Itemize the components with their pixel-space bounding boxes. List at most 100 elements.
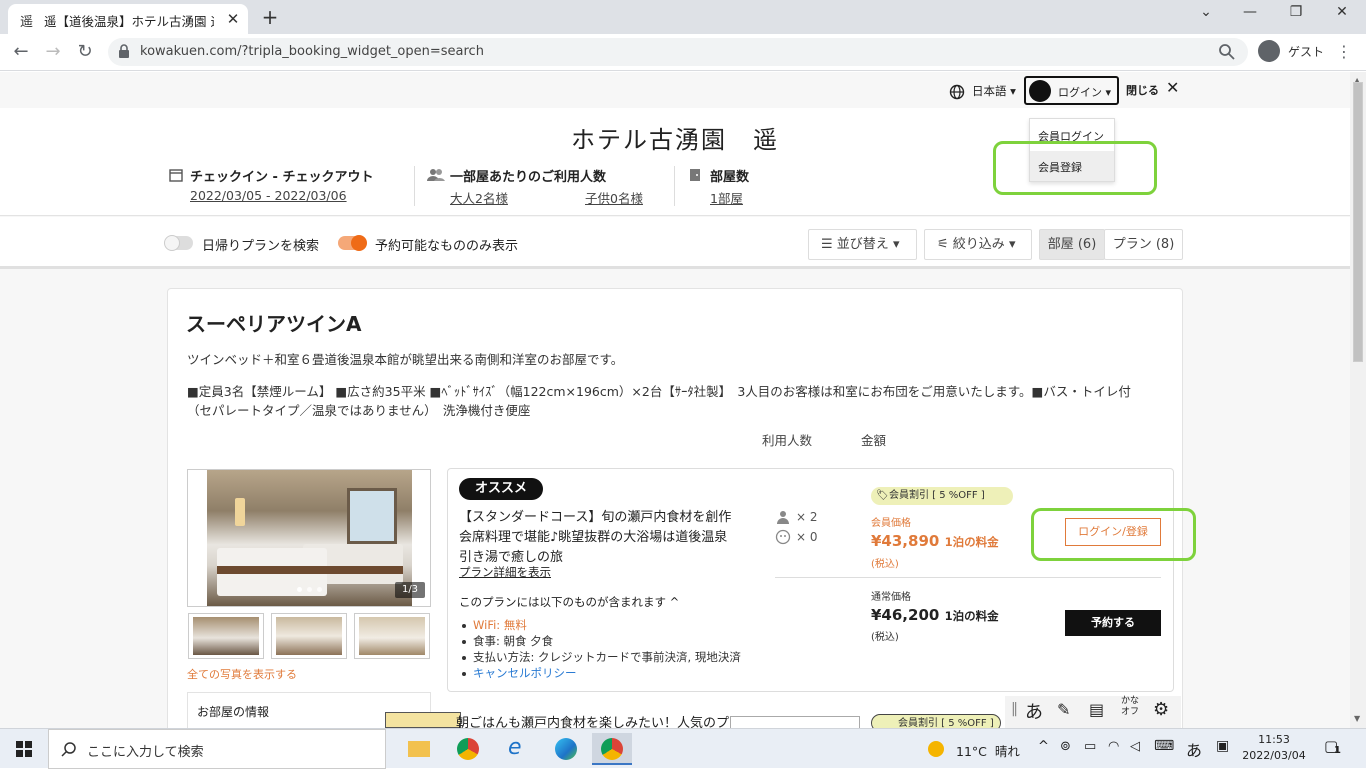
checkin-block[interactable]: チェックイン - チェックアウト 2022/03/05 - 2022/03/06 — [190, 166, 373, 203]
ime-pad-tray-icon[interactable]: ▣ — [1216, 738, 1229, 754]
sort-button[interactable]: ☰ 並び替え ▾ — [808, 229, 917, 260]
next-plan-discount-badge: 会員割引 [ 5 %OFF ] — [871, 714, 1001, 728]
rooms-block[interactable]: 部屋数 1部屋 — [710, 166, 749, 207]
tray-app-icon[interactable]: ⊚ — [1060, 739, 1071, 754]
children-value[interactable]: 子供0名様 — [585, 188, 643, 207]
ime-kana-toggle[interactable]: かな オフ — [1121, 696, 1139, 718]
show-all-photos-link[interactable]: 全ての写真を表示する — [187, 666, 297, 682]
regular-price-label: 通常価格 — [871, 592, 911, 603]
ime-pad-icon[interactable]: ✎ — [1057, 700, 1070, 719]
chrome-active-icon[interactable] — [592, 733, 632, 765]
tab-plans[interactable]: プラン (8) — [1104, 229, 1183, 260]
ime-dictionary-icon[interactable]: ▤ — [1089, 700, 1104, 719]
room-specs: ■定員3名【禁煙ルーム】 ■広さ約35平米 ■ﾍﾞｯﾄﾞｻｲｽﾞ（幅122cm×… — [187, 384, 1131, 399]
minimize-button[interactable]: — — [1230, 4, 1270, 26]
weather-sun-icon[interactable] — [928, 741, 944, 757]
browser-menu-icon[interactable]: ⋮ — [1334, 42, 1354, 64]
member-price-value: ¥43,890 — [871, 532, 940, 550]
forward-arrow-icon[interactable]: → — [40, 41, 66, 65]
restore-button[interactable]: ❐ — [1276, 4, 1316, 26]
new-tab-button[interactable]: + — [258, 6, 282, 30]
carousel-dot[interactable] — [307, 587, 312, 592]
include-item-payment: 支払い方法: クレジットカードで事前決済, 現地決済 — [473, 650, 741, 664]
weather-text[interactable]: 11°C 晴れ — [956, 741, 1020, 760]
available-only-toggle[interactable] — [338, 235, 367, 251]
guests-block: 一部屋あたりのご利用人数 — [450, 166, 606, 185]
per-night-label: 1泊の料金 — [944, 609, 999, 623]
ie-icon[interactable]: e — [498, 733, 538, 765]
rooms-label: 部屋数 — [710, 170, 750, 185]
window-close-button[interactable]: ✕ — [1322, 4, 1362, 26]
scrollbar-thumb[interactable] — [1353, 82, 1363, 362]
tray-chevron-icon[interactable]: ^ — [1038, 739, 1049, 754]
photo-thumbnail[interactable] — [188, 613, 264, 659]
room-photo — [207, 470, 412, 606]
tax-included-label: (税込) — [871, 632, 899, 643]
ime-mode-button[interactable]: あ — [1025, 698, 1043, 724]
recommended-badge: オススメ — [459, 478, 543, 500]
taskbar-search[interactable]: ここに入力して検索 — [48, 729, 386, 769]
tab-close-icon[interactable]: ✕ — [224, 10, 242, 28]
notification-icon[interactable]: ▢ 1 — [1322, 737, 1344, 759]
profile-button[interactable]: ゲスト — [1256, 39, 1328, 65]
tab-rooms[interactable]: 部屋 (6) — [1039, 229, 1105, 260]
door-icon — [690, 169, 700, 181]
ime-settings-icon[interactable]: ⚙ — [1153, 699, 1169, 720]
guests-label: 一部屋あたりのご利用人数 — [450, 170, 607, 185]
includes-heading[interactable]: このプランには以下のものが含まれます ^ — [459, 594, 679, 610]
regular-price-value: ¥46,200 — [871, 606, 940, 624]
plan-details-link[interactable]: プラン詳細を表示 — [459, 564, 551, 580]
filter-icon: ⚟ — [937, 237, 949, 252]
member-price: ¥43,890 1泊の料金 — [871, 532, 999, 550]
close-widget-label[interactable]: 閉じる — [1126, 82, 1159, 98]
dayplan-toggle[interactable] — [164, 235, 193, 251]
reload-icon[interactable]: ↻ — [72, 41, 98, 65]
scroll-down-icon[interactable]: ▼ — [1354, 714, 1360, 723]
divider — [414, 166, 415, 206]
partial-element — [730, 716, 860, 728]
page-scrollbar[interactable]: ▲ ▼ — [1350, 72, 1366, 728]
filter-button[interactable]: ⚟ 絞り込み ▾ — [924, 229, 1032, 260]
url-text: kowakuen.com/?tripla_booking_widget_open… — [140, 44, 484, 59]
room-specs-cont: （セパレートタイプ／温泉ではありません） 洗浄機付き便座 — [187, 403, 531, 418]
edge-icon[interactable] — [546, 733, 586, 765]
member-price-label: 会員価格 — [871, 518, 911, 529]
battery-icon[interactable]: ▭ — [1084, 739, 1096, 754]
browser-tab[interactable]: 遥 遥【道後温泉】ホテル古湧園 遥 ✕ — [8, 4, 248, 34]
close-widget-icon[interactable]: ✕ — [1166, 78, 1179, 97]
rooms-value[interactable]: 1部屋 — [710, 188, 749, 207]
adult-count: × 2 — [796, 510, 818, 524]
adults-value[interactable]: 大人2名様 — [450, 188, 508, 207]
widget-topbar: 日本語 ▾ ログイン ▾ 閉じる ✕ — [0, 72, 1350, 108]
checkin-label: チェックイン - チェックアウト — [190, 170, 374, 185]
tab-favicon-icon: 遥 — [20, 15, 34, 30]
keyboard-icon[interactable]: ⌨ — [1154, 738, 1174, 754]
reserve-button[interactable]: 予約する — [1065, 610, 1161, 636]
people-icon — [427, 169, 445, 181]
lock-icon — [119, 44, 129, 58]
zoom-search-icon[interactable] — [1218, 43, 1236, 61]
language-selector[interactable]: 日本語 ▾ — [972, 83, 1016, 99]
include-item-meal: 食事: 朝食 夕食 — [473, 634, 554, 648]
carousel-dot[interactable] — [317, 587, 322, 592]
chrome-icon[interactable] — [448, 733, 488, 765]
plan-title-line: 引き湯で癒しの旅 — [459, 550, 564, 565]
login-button[interactable]: ログイン ▾ — [1024, 76, 1119, 105]
bullet — [462, 656, 466, 660]
windows-start-icon[interactable] — [0, 729, 48, 769]
address-bar[interactable]: kowakuen.com/?tripla_booking_widget_open… — [108, 38, 1248, 66]
carousel-dot[interactable] — [297, 587, 302, 592]
wifi-icon[interactable]: ◠ — [1108, 739, 1119, 754]
back-arrow-icon[interactable]: ← — [8, 41, 34, 65]
volume-icon[interactable]: ◁ — [1130, 739, 1140, 754]
thumbnail-image — [359, 617, 425, 655]
photo-thumbnail[interactable] — [271, 613, 347, 659]
photo-detail — [217, 566, 403, 574]
cancel-policy-link[interactable]: キャンセルポリシー — [473, 665, 577, 681]
clock[interactable]: 11:53 2022/03/04 — [1242, 732, 1306, 764]
photo-thumbnail[interactable] — [354, 613, 430, 659]
tab-search-chevron-icon[interactable]: ⌄ — [1186, 4, 1226, 26]
file-explorer-icon[interactable] — [398, 733, 438, 765]
ime-indicator[interactable]: あ — [1186, 737, 1202, 761]
checkin-value[interactable]: 2022/03/05 - 2022/03/06 — [190, 188, 373, 203]
